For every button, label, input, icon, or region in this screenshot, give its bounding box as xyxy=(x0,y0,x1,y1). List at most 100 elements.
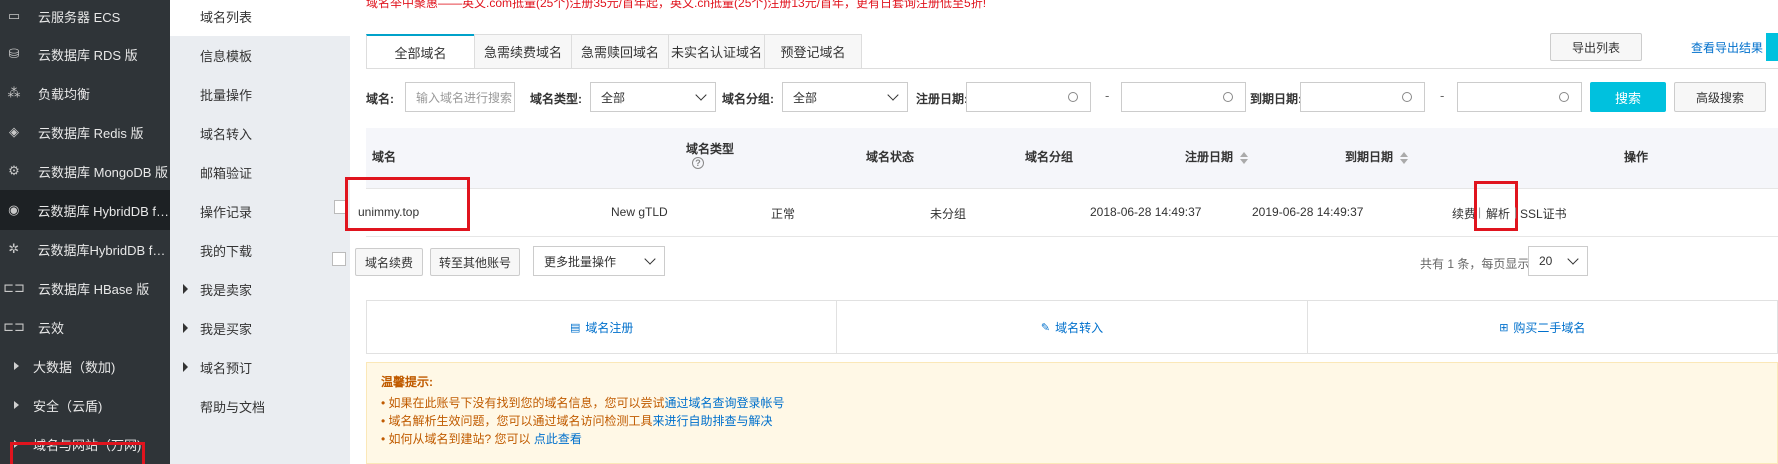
sidebar-item-hbase[interactable]: ⊏⊐ 云数据库 HBase 版 xyxy=(0,268,170,308)
hybriddb-icon: ◉ xyxy=(8,202,20,217)
help-icon[interactable]: ? xyxy=(692,157,704,169)
subnav-item-buyer[interactable]: 我是买家 xyxy=(170,308,350,348)
mongodb-icon: ⚙ xyxy=(8,163,20,178)
sidebar-item-hybriddb[interactable]: ◉ 云数据库 HybridDB fo... xyxy=(0,190,170,230)
highlight-box xyxy=(10,442,145,464)
caret-right-icon xyxy=(14,401,19,409)
subnav-item-batch[interactable]: 批量操作 xyxy=(170,74,350,114)
sidebar-item-redis[interactable]: ◈ 云数据库 Redis 版 xyxy=(0,112,170,152)
highlight-box xyxy=(1474,181,1518,231)
col-reg-date[interactable]: 注册日期 xyxy=(1185,148,1249,165)
page-size-select[interactable]: 20 xyxy=(1528,246,1588,276)
cart-icon: ⊞ xyxy=(1499,321,1509,334)
caret-right-icon xyxy=(183,284,188,294)
transfer-account-button[interactable]: 转至其他账号 xyxy=(430,248,520,276)
select-all-checkbox[interactable] xyxy=(332,252,346,266)
domain-search-input[interactable]: 输入域名进行搜索 xyxy=(405,82,515,112)
advanced-search-button[interactable]: 高级搜索 xyxy=(1674,82,1766,112)
caret-right-icon xyxy=(183,323,188,333)
sidebar-item-mongodb[interactable]: ⚙ 云数据库 MongoDB 版 xyxy=(0,151,170,191)
caret-right-icon xyxy=(14,362,19,370)
side-tool-tab[interactable] xyxy=(1766,33,1778,61)
date-range-dash: - xyxy=(1440,88,1445,103)
tips-panel: 温馨提示: • 如果在此账号下没有找到您的域名信息，您可以尝试通过域名查询登录帐… xyxy=(366,362,1778,464)
caret-right-icon xyxy=(183,362,188,372)
server-icon: ▭ xyxy=(7,8,21,23)
domain-status-cell: 正常 xyxy=(771,207,796,221)
redis-icon: ◈ xyxy=(9,124,19,139)
tab-all-domains[interactable]: 全部域名 xyxy=(366,34,474,69)
tab-redeem-urgent[interactable]: 急需赎回域名 xyxy=(571,34,668,69)
domain-tabs: 全部域名 急需续费域名 急需赎回域名 未实名认证域名 预登记域名 xyxy=(366,34,862,69)
tip-line: • 域名解析生效问题，您可以通过域名访问检测工具来进行自助排查与解决 xyxy=(381,414,773,428)
tab-unverified[interactable]: 未实名认证域名 xyxy=(668,34,764,69)
chevron-down-icon xyxy=(1567,253,1579,265)
col-actions: 操作 xyxy=(1624,150,1649,164)
sidebar-item-ecs[interactable]: ▭ 云服务器 ECS xyxy=(0,0,170,36)
tab-renew-urgent[interactable]: 急需续费域名 xyxy=(474,34,571,69)
register-domain-link[interactable]: ▤ 域名注册 xyxy=(367,301,838,353)
tip-line: • 如何从域名到建站? 您可以 点此查看 xyxy=(381,432,582,446)
subnav-item-email-verify[interactable]: 邮箱验证 xyxy=(170,152,350,192)
quick-actions: ▤ 域名注册 ✎ 域名转入 ⊞ 购买二手域名 xyxy=(366,300,1778,354)
renew-link[interactable]: 续费 xyxy=(1452,205,1476,222)
subnav-item-transfer-in[interactable]: 域名转入 xyxy=(170,113,350,153)
domain-group-cell: 未分组 xyxy=(930,207,967,221)
exp-date-start-input[interactable] xyxy=(1300,82,1425,112)
reg-date-end-input[interactable] xyxy=(1121,82,1246,112)
sidebar-item-rds[interactable]: ⛁ 云数据库 RDS 版 xyxy=(0,34,170,74)
type-filter-label: 域名类型: xyxy=(530,92,582,106)
view-site-building-link[interactable]: 点此查看 xyxy=(534,432,582,446)
domain-group-select[interactable]: 全部 xyxy=(782,82,908,112)
load-balancer-icon: ⁂ xyxy=(7,85,21,100)
view-export-results-link[interactable]: 查看导出结果 xyxy=(1691,39,1763,56)
sidebar-item-yunxiao[interactable]: ⊏⊐ 云效 xyxy=(0,307,170,347)
sidebar-item-slb[interactable]: ⁂ 负载均衡 xyxy=(0,73,170,113)
more-batch-select[interactable]: 更多批量操作 xyxy=(533,246,665,276)
row-divider xyxy=(366,188,1778,189)
pencil-icon: ✎ xyxy=(1040,321,1051,334)
domain-type-cell: New gTLD xyxy=(611,205,668,219)
tip-line: • 如果在此账号下没有找到您的域名信息，您可以尝试通过域名查询登录帐号 xyxy=(381,396,785,410)
col-exp-date[interactable]: 到期日期 xyxy=(1345,148,1409,165)
domain-type-select[interactable]: 全部 xyxy=(590,82,716,112)
search-button[interactable]: 搜索 xyxy=(1590,82,1666,112)
subnav-item-reserve[interactable]: 域名预订 xyxy=(170,347,350,387)
promo-notice: 域名举中聚惠——英文.com抵量(25个)注册35元/首年起，英文.cn抵量(2… xyxy=(366,0,987,10)
database-icon: ⛁ xyxy=(8,46,20,61)
subnav-item-domain-list[interactable]: 域名列表 xyxy=(170,0,350,36)
subnav-item-help[interactable]: 帮助与文档 xyxy=(170,386,350,426)
exp-date-label: 到期日期: xyxy=(1250,92,1302,106)
chevron-down-icon xyxy=(695,89,707,101)
clock-icon xyxy=(1223,92,1233,102)
query-login-account-link[interactable]: 通过域名查询登录帐号 xyxy=(665,396,785,410)
export-list-button[interactable]: 导出列表 xyxy=(1550,33,1642,61)
reg-date-label: 注册日期: xyxy=(916,92,968,106)
self-diagnose-link[interactable]: 来进行自助排查与解决 xyxy=(653,414,773,428)
subnav-item-seller[interactable]: 我是卖家 xyxy=(170,269,350,309)
pager-summary: 共有 1 条，每页显示: xyxy=(1420,257,1533,271)
col-type: 域名类型 xyxy=(686,142,735,156)
tab-pre-registered[interactable]: 预登记域名 xyxy=(764,34,862,69)
row-divider xyxy=(366,236,1778,237)
sort-icon xyxy=(1400,151,1409,164)
sidebar-item-hybriddb-cluster[interactable]: ✲ 云数据库HybridDB for... xyxy=(0,229,170,269)
buy-used-domain-link[interactable]: ⊞ 购买二手域名 xyxy=(1308,301,1777,353)
ssl-cert-link[interactable]: SSL证书 xyxy=(1520,205,1567,222)
action-separator: | xyxy=(1514,205,1518,219)
subnav-item-info-template[interactable]: 信息模板 xyxy=(170,35,350,75)
batch-renew-button[interactable]: 域名续费 xyxy=(355,248,423,276)
subnav-item-operation-log[interactable]: 操作记录 xyxy=(170,191,350,231)
reg-date-cell: 2018-06-28 14:49:37 xyxy=(1090,205,1202,219)
main-content: 域名举中聚惠——英文.com抵量(25个)注册35元/首年起，英文.cn抵量(2… xyxy=(332,0,1778,464)
subnav-item-downloads[interactable]: 我的下载 xyxy=(170,230,350,270)
sidebar-group-bigdata[interactable]: 大数据（数加) xyxy=(0,346,170,386)
main-sidebar: ▭ 云服务器 ECS ⛁ 云数据库 RDS 版 ⁂ 负载均衡 ◈ 云数据库 Re… xyxy=(0,0,170,464)
hybriddb-cluster-icon: ✲ xyxy=(8,241,20,256)
date-range-dash: - xyxy=(1105,88,1110,103)
exp-date-end-input[interactable] xyxy=(1457,82,1582,112)
reg-date-start-input[interactable] xyxy=(966,82,1091,112)
sort-icon xyxy=(1240,151,1249,164)
sidebar-group-security[interactable]: 安全（云盾) xyxy=(0,385,170,425)
transfer-domain-link[interactable]: ✎ 域名转入 xyxy=(837,301,1308,353)
